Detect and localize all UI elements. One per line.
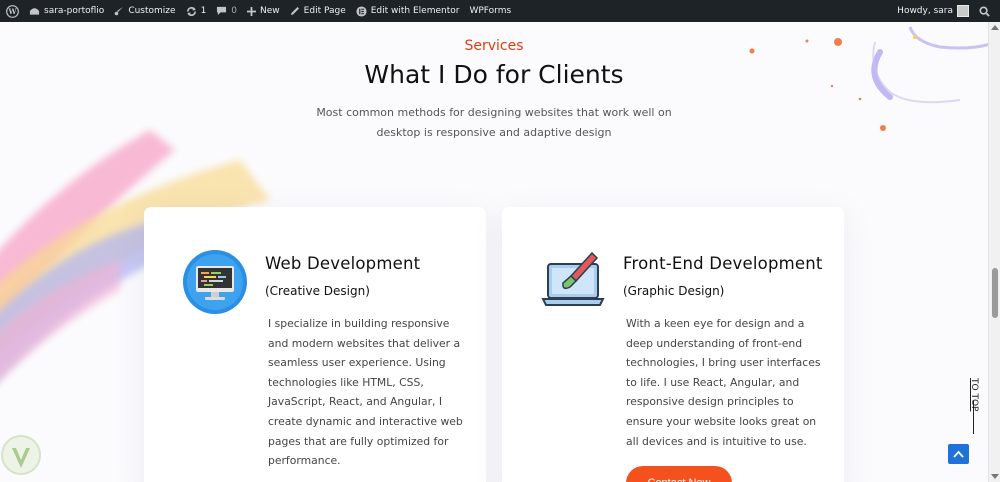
service-card-front-end-development: Front-End Development (Graphic Design) W… xyxy=(502,207,844,482)
scroll-down-arrow[interactable] xyxy=(991,474,999,479)
updates-link[interactable]: 1 xyxy=(181,0,212,22)
elementor-link[interactable]: Edit with Elementor xyxy=(351,0,465,22)
security-badge-icon xyxy=(1,435,41,475)
card-description: I specialize in building responsive and … xyxy=(268,317,463,468)
chevron-up-icon xyxy=(953,450,964,458)
to-top-link[interactable]: TO TOP xyxy=(969,378,979,438)
to-top-line xyxy=(973,400,974,434)
laptop-brush-icon xyxy=(541,251,605,306)
site-name-menu[interactable]: sara-portoflio xyxy=(24,0,109,22)
monitor-code-icon xyxy=(183,250,247,314)
comment-icon xyxy=(217,6,227,16)
scrollbar-thumb[interactable] xyxy=(992,268,998,318)
service-card-web-development: Web Development (Creative Design) I spec… xyxy=(144,207,486,482)
new-label: New xyxy=(260,6,280,16)
customize-label: Customize xyxy=(128,6,176,16)
card-title: Web Development xyxy=(265,254,421,273)
card-description: With a keen eye for design and a deep un… xyxy=(626,317,821,448)
subtitle-line-1: Most common methods for designing websit… xyxy=(316,106,672,119)
customize-link[interactable]: Customize xyxy=(109,0,180,22)
wordpress-icon: W xyxy=(6,4,19,18)
elementor-label: Edit with Elementor xyxy=(370,6,460,16)
svg-text:W: W xyxy=(7,7,17,16)
card-subtitle: (Creative Design) xyxy=(265,284,370,298)
admin-search[interactable] xyxy=(974,0,1000,22)
search-icon xyxy=(979,5,990,17)
scroll-to-top-button[interactable] xyxy=(948,444,969,464)
paintbrush-icon xyxy=(115,7,124,16)
scroll-up-arrow[interactable] xyxy=(991,25,999,30)
contact-now-button[interactable]: Contact Now xyxy=(626,466,732,482)
section-eyebrow: Services xyxy=(464,38,524,54)
wpforms-label: WPForms xyxy=(469,6,512,16)
card-title: Front-End Development xyxy=(623,254,823,273)
edit-page-link[interactable]: Edit Page xyxy=(285,0,351,22)
section-heading: What I Do for Clients xyxy=(364,60,624,89)
edit-page-label: Edit Page xyxy=(303,6,346,16)
comments-count: 0 xyxy=(231,6,238,16)
wp-logo-menu[interactable]: W xyxy=(0,0,24,22)
site-name: sara-portoflio xyxy=(44,6,105,16)
comments-link[interactable]: 0 xyxy=(211,0,242,22)
subtitle-line-2: desktop is responsive and adaptive desig… xyxy=(376,126,612,139)
account-menu[interactable]: Howdy, sara xyxy=(892,0,974,22)
plus-icon xyxy=(247,6,257,16)
wpforms-link[interactable]: WPForms xyxy=(464,0,516,22)
updates-count: 1 xyxy=(200,6,207,16)
pencil-icon xyxy=(290,7,299,15)
new-content-menu[interactable]: New xyxy=(242,0,285,22)
elementor-icon xyxy=(356,5,367,17)
page-scrollbar[interactable] xyxy=(988,22,1000,482)
card-subtitle: (Graphic Design) xyxy=(623,284,725,298)
home-dashboard-icon xyxy=(29,8,40,15)
howdy-text: Howdy, sara xyxy=(897,6,953,16)
section-subtitle: Most common methods for designing websit… xyxy=(0,103,988,143)
admin-bar: W sara-portoflio Customize 1 0 New Edit … xyxy=(0,0,1000,22)
updates-icon xyxy=(186,6,196,16)
avatar xyxy=(957,5,969,17)
